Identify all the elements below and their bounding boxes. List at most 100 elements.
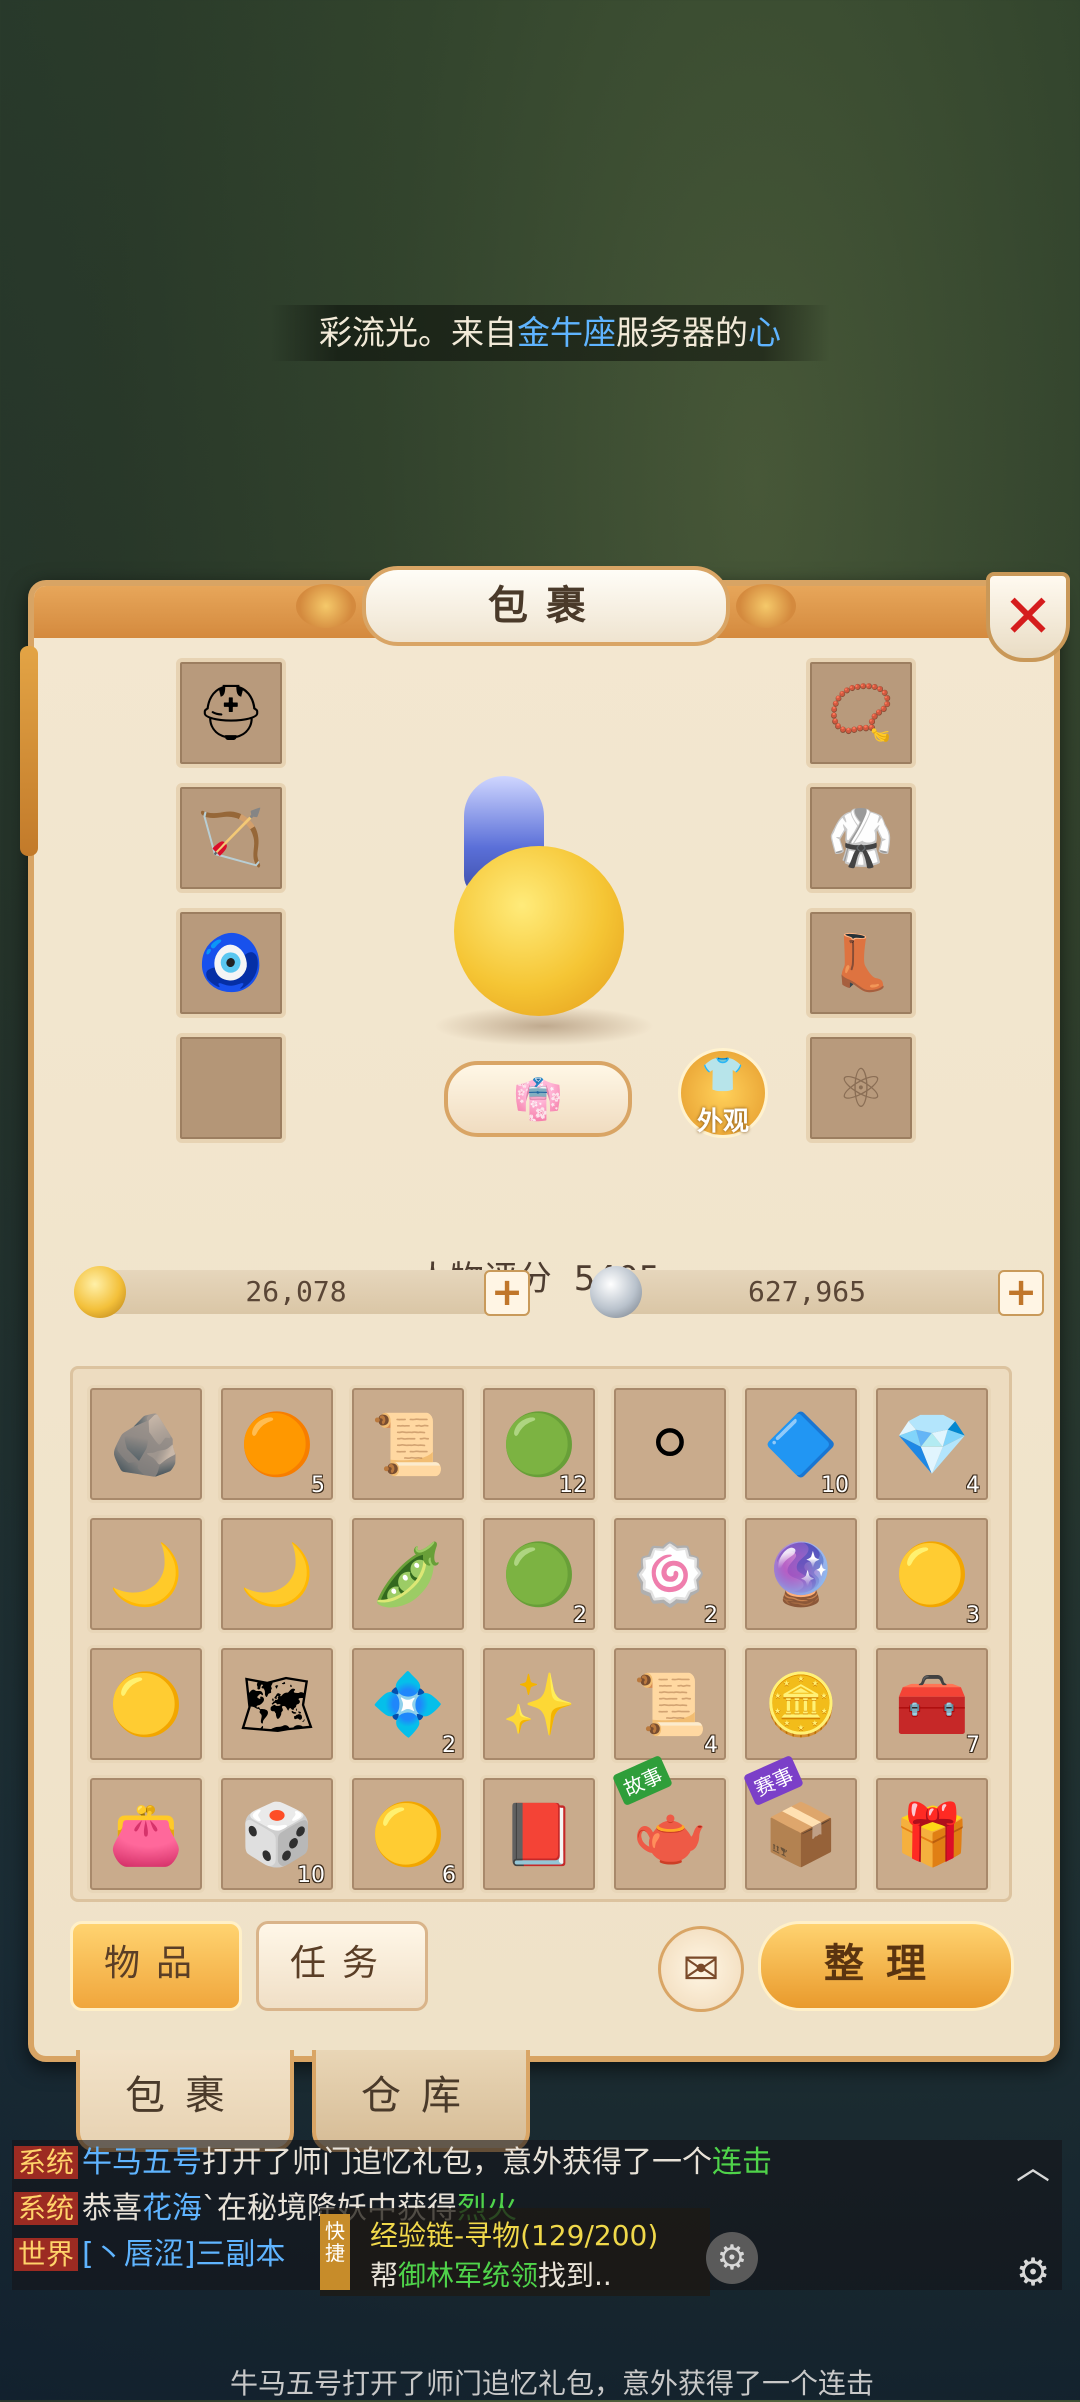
green-box-icon: 🎲 [239,1799,315,1870]
quest-tracker[interactable]: 快捷 经验链-寻物(129/200) 帮御林军统领找到.. [320,2208,710,2296]
inventory-slot[interactable]: 🫖 故事 [611,1754,729,1893]
equip-slot-armor[interactable]: 🥋 [806,783,916,893]
armor-icon: 🥋 [827,806,895,869]
chat-expand-icon[interactable]: ︿ [1016,2140,1050,2189]
inventory-slot[interactable]: 🗺 [218,1645,336,1763]
inventory-slot[interactable]: 📕 [480,1775,598,1893]
quest-title: 经验链-寻物(129/200) [370,2219,659,2252]
inventory-slot[interactable]: 💠 2 [349,1645,467,1763]
inventory-slot[interactable]: 💎 4 [873,1385,991,1503]
tab-tasks[interactable]: 任务 [256,1921,428,2011]
appearance-button[interactable]: 👕 外观 [678,1048,768,1138]
character-model[interactable] [414,776,674,1046]
mail-button[interactable]: ✉ [658,1926,744,2012]
inventory-slot[interactable]: 🍥 2 [611,1515,729,1633]
inventory-slot[interactable]: 🟡 6 [349,1775,467,1893]
crystal-icon: 💎 [894,1409,970,1480]
gold-add-button[interactable]: + [484,1270,530,1316]
inventory-slot[interactable]: 🧰 7 [873,1645,991,1763]
inventory-slot[interactable]: 🟢 12 [480,1385,598,1503]
gold-coin-icon [74,1266,126,1318]
inventory-slot[interactable]: 🫛 [349,1515,467,1633]
chat-text: [丶唇涩]三副本 [82,2237,286,2272]
channel-tag: 系统 [14,2192,79,2225]
inventory-slot[interactable]: ✨ [480,1645,598,1763]
turtle-shell-icon: 🔷 [763,1409,839,1480]
close-icon: ✕ [1002,582,1054,652]
silver-currency: 627,965 + [590,1266,1050,1318]
inventory-slot[interactable]: ⚪ [611,1385,729,1503]
item-count: 10 [821,1473,849,1498]
marquee-text-3: 心 [748,313,781,352]
teapot-icon: 🫖 [632,1799,708,1870]
bag-panel: 包裹 ✕ ⛑ 🏹 🧿 📿 🥋 👢 ⚛ 👘 👕 外观 人物评分5405 26,07… [20,566,1070,2062]
inventory-slot[interactable]: 🌙 [218,1515,336,1633]
beans-icon: 🫛 [370,1539,446,1610]
tab-bag[interactable]: 包裹 [76,2050,294,2152]
outfit-button[interactable]: 👘 [444,1061,632,1137]
sort-button[interactable]: 整理 [758,1921,1014,2011]
equip-slot-charm[interactable]: 🧿 [176,908,286,1018]
item-count: 4 [966,1473,980,1498]
equip-slot-pendant[interactable]: 📿 [806,658,916,768]
quest-desc: 帮御林军统领找到.. [370,2254,612,2294]
equip-slot-weapon[interactable]: 🏹 [176,783,286,893]
inventory-slot[interactable]: 🎁 [873,1775,991,1893]
inventory-slot[interactable]: 🟠 5 [218,1385,336,1503]
inventory-slot[interactable]: 🟡 [87,1645,205,1763]
tab-items[interactable]: 物品 [70,1921,242,2011]
inventory-slot[interactable]: 🎲 10 [218,1775,336,1893]
gold-ingot-icon: 🟡 [894,1539,970,1610]
inventory-grid: 🪨 🟠 5 📜 🟢 12 ⚪ 🔷 10 💎 4 🌙 🌙 🫛 🟢 2 🍥 2 🔮 🟡 3 🟡 🗺 💠 2 ✨ 📜 4 🪙 🧰 7 👛 🎲 10 🟡 6 📕… [87,1385,991,1893]
marquee-text-1: 彩流光。来自 [319,313,517,352]
silver-coin-icon [590,1266,642,1318]
equip-slot-boots[interactable]: 👢 [806,908,916,1018]
quest-desc-prefix: 帮 [370,2259,399,2292]
item-count: 10 [297,1863,325,1888]
player-name[interactable]: 花海 [142,2191,202,2226]
inventory-slot[interactable]: 📦 赛事 [742,1754,860,1893]
silver-add-button[interactable]: + [998,1270,1044,1316]
swirl-candy-icon: 🍥 [632,1539,708,1610]
pearl-icon: 🟠 [239,1409,315,1480]
scroll-box-icon: 📦 [763,1799,839,1870]
equip-slot-empty[interactable] [176,1033,286,1143]
jade-disc-icon: 🟢 [501,1409,577,1480]
inventory-slot[interactable]: 🪙 [742,1645,860,1763]
inventory-slot[interactable]: 🔮 [742,1515,860,1633]
pendant-icon: 📿 [827,681,895,744]
inventory-slot[interactable]: 🟢 2 [480,1515,598,1633]
charm-icon: 🧿 [197,931,265,994]
chat-settings-gear-icon[interactable]: ⚙ [1016,2250,1050,2294]
gold-ingot-icon: 🟡 [108,1669,184,1740]
equip-slot-locked[interactable]: ⚛ [806,1033,916,1143]
inventory-slot[interactable]: 📜 [349,1385,467,1503]
quest-settings-gear-icon[interactable]: ⚙ [706,2232,758,2284]
quest-npc-link[interactable]: 御林军统领 [398,2259,538,2292]
marquee-text-2: 服务器的 [616,313,748,352]
chat-text: 恭喜 [82,2191,143,2226]
jade-shards-icon: 💠 [370,1669,446,1740]
player-name[interactable]: 牛马五号 [82,2145,202,2180]
inventory-slot[interactable]: 🪨 [87,1385,205,1503]
equip-slot-helmet[interactable]: ⛑ [176,658,286,768]
chat-row: 系统 牛马五号打开了师门追忆礼包，意外获得了一个连击 [12,2140,1062,2186]
inventory-slot[interactable]: 🟡 3 [873,1515,991,1633]
inventory-slot[interactable]: 👛 [87,1775,205,1893]
channel-tag: 系统 [14,2146,79,2179]
inventory-slot[interactable]: 🌙 [87,1515,205,1633]
item-link[interactable]: 连击 [712,2145,772,2180]
item-count: 2 [442,1733,456,1758]
map-scroll-icon: 🗺 [238,1669,316,1740]
tiger-token-icon: ⚪ [644,1409,696,1479]
chat-text: 打开了师门追忆礼包，意外获得了一个 [202,2145,713,2180]
golden-orb-icon: 🟡 [370,1799,446,1870]
envelope-icon: ✉ [682,1943,720,1995]
inventory-slot[interactable]: 📜 4 [611,1645,729,1763]
chick-mount [454,846,624,1016]
tab-warehouse[interactable]: 仓库 [312,2050,530,2152]
item-count: 4 [704,1733,718,1758]
inventory-slot[interactable]: 🔷 10 [742,1385,860,1503]
footer-broadcast: 牛马五号打开了师门追忆礼包，意外获得了一个连击 [230,2367,875,2400]
boots-icon: 👢 [827,931,895,994]
